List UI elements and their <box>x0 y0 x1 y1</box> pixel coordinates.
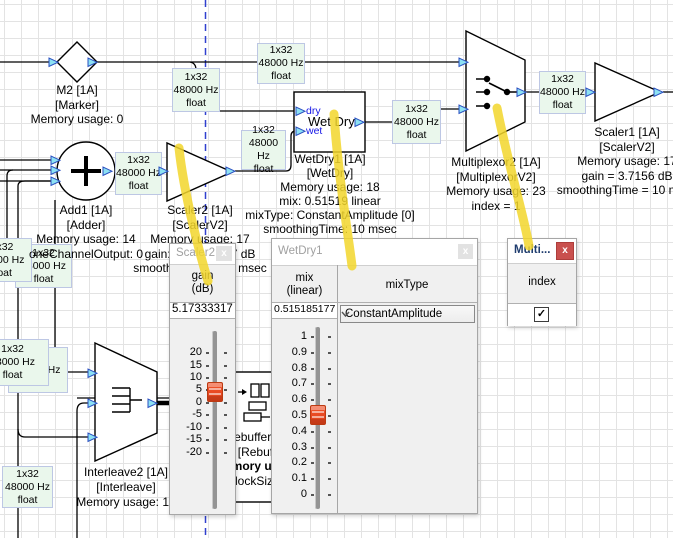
scaler2-panel-titlebar[interactable]: Scaler2 x <box>170 244 235 265</box>
gain-slider[interactable]: 20 15 10 5 0 -5 -10 -15 -20 <box>170 319 235 514</box>
wetdry-dry-port-label: dry <box>306 105 321 117</box>
wetdry-wet-port-label: wet <box>306 125 322 137</box>
label-add1: Add1 [1A][Adder]Memory usage: 14oneChann… <box>29 203 143 261</box>
block-scaler2[interactable] <box>167 143 232 201</box>
block-m2-marker[interactable] <box>57 42 97 82</box>
format-box: 1x3248000 Hzfloat <box>257 43 305 84</box>
label-scaler1: Scaler1 [1A][ScalerV2]Memory usage: 17ga… <box>557 125 673 198</box>
mixtype-dropdown-value: ConstantAmplitude <box>345 308 442 320</box>
multiplexor2-panel[interactable]: Multi... x index ✓ <box>507 238 577 326</box>
label-interleave2: Interleave2 [1A][Interleave]Memory usage… <box>76 465 175 510</box>
multiplexor2-panel-title: Multi... <box>514 244 550 256</box>
mix-slider[interactable]: 1 0.9 0.8 0.7 0.6 0.5 0.4 0.3 0.2 0.1 0 <box>272 319 337 513</box>
index-check-row: ✓ <box>508 303 576 326</box>
chevron-down-icon <box>341 311 350 318</box>
mixtype-dropdown[interactable]: ConstantAmplitude <box>340 305 475 323</box>
multiplexor2-panel-titlebar[interactable]: Multi... x <box>508 239 576 264</box>
format-box: 1x3248000 Hzfloat <box>539 71 586 114</box>
header-divider <box>337 302 477 303</box>
index-param-header: index <box>508 276 576 289</box>
label-multiplexor2: Multiplexor2 [1A][MultiplexorV2]Memory u… <box>446 155 545 213</box>
close-icon[interactable]: x <box>458 244 473 259</box>
format-box: 1x3248000 Hzfloat <box>2 466 53 508</box>
format-box: 1x3248000 Hzfloat <box>115 152 162 195</box>
format-box: 1x3248000 Hzfloat <box>392 100 441 144</box>
scaler2-panel-title: Scaler2 <box>176 247 215 259</box>
gain-param-header: gain(dB) <box>170 270 235 296</box>
scaler2-panel[interactable]: Scaler2 x gain(dB) 5.17333317 20 15 10 5… <box>169 243 236 515</box>
gain-value-field[interactable]: 5.17333317 <box>170 302 235 319</box>
gain-slider-handle[interactable] <box>207 382 223 402</box>
label-m2: M2 [1A][Marker]Memory usage: 0 <box>31 83 124 127</box>
wetdry1-panel-titlebar[interactable]: WetDry1 x <box>272 239 477 266</box>
close-icon[interactable]: x <box>216 246 232 261</box>
label-wetdry1: WetDry1 [1A][WetDry]Memory usage: 18mix:… <box>245 152 414 236</box>
wetdry1-panel-title: WetDry1 <box>278 245 323 257</box>
format-box: 1x3248000 Hzfloat <box>172 68 220 112</box>
block-scaler1[interactable] <box>595 63 660 121</box>
signal-flow-editor-canvas: { "format_box": { "size": "1x32", "rate"… <box>0 0 673 538</box>
mix-param-header: mix(linear) <box>272 272 337 298</box>
block-multiplexor2[interactable] <box>466 31 525 151</box>
format-box: 1x3248000 Hzfloat <box>0 238 32 282</box>
mixtype-header: mixType <box>337 279 477 292</box>
wetdry1-panel[interactable]: WetDry1 x mix(linear) 0.515185177 1 0.9 … <box>271 238 478 514</box>
close-icon[interactable]: x <box>556 242 574 260</box>
index-checkbox[interactable]: ✓ <box>534 307 549 322</box>
format-box: 1x3248000 Hzfloat <box>0 339 49 386</box>
mix-slider-handle[interactable] <box>310 405 326 425</box>
mix-value-field[interactable]: 0.515185177 <box>272 302 337 319</box>
block-interleave2[interactable] <box>95 343 157 461</box>
